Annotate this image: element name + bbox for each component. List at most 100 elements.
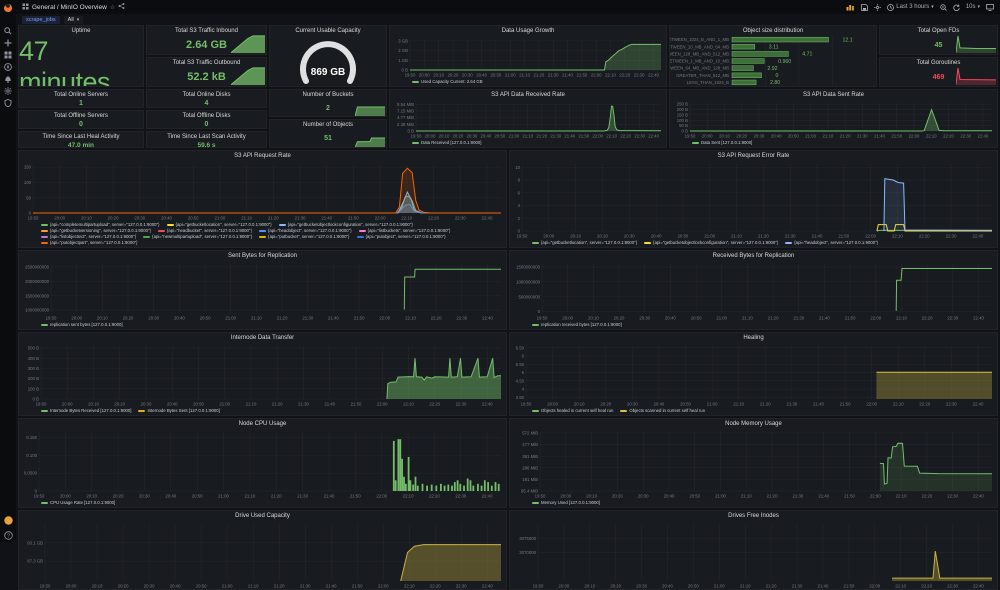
panel-title[interactable]: Total Online Disks (147, 90, 266, 100)
explore-compass-icon[interactable] (0, 61, 16, 72)
star-icon[interactable]: ☆ (110, 4, 115, 11)
panel-title[interactable]: Drives Free Inodes (510, 511, 997, 521)
panel-title[interactable]: Number of Objects (270, 120, 386, 130)
chart-healing[interactable]: 3.5044.5055.5066.5019:5020:0020:1020:202… (510, 343, 997, 407)
variable-value-dropdown[interactable]: All ▾ (64, 16, 84, 24)
panel-title[interactable]: S3 API Data Sent Rate (670, 90, 997, 100)
legend-item[interactable]: {api="getbucketlocation", server="127.0.… (167, 222, 272, 227)
svg-text:3075000: 3075000 (519, 536, 536, 541)
svg-text:3.11: 3.11 (769, 45, 779, 51)
svg-text:?: ? (7, 533, 10, 539)
cycle-view-icon[interactable] (986, 4, 994, 11)
legend-item[interactable]: replication sent bytes [127.0.0.1:9000] (41, 322, 123, 327)
panel-title[interactable]: Node CPU Usage (19, 419, 506, 429)
search-icon[interactable] (0, 25, 16, 36)
chart-received-bytes-replication[interactable]: 05000000001000000000150000000019:5020:00… (510, 261, 997, 321)
svg-text:20:40: 20:40 (662, 584, 673, 589)
legend-item[interactable]: {api="putbucket", server="127.0.0.1:9000… (259, 234, 349, 239)
legend-item[interactable]: {api="listobjectsv2", server="127.0.0.1:… (41, 234, 136, 239)
legend-item[interactable]: {api="headobject", server="127.0.0.1:900… (259, 228, 352, 233)
svg-text:3 GB: 3 GB (398, 39, 408, 44)
panel-title[interactable]: S3 API Data Received Rate (390, 90, 666, 100)
chart-s3-api-request-rate[interactable]: 05010015019:5020:0020:1020:2020:3020:402… (19, 161, 506, 221)
panel-title[interactable]: S3 API Request Rate (19, 151, 506, 161)
legend-item[interactable]: {api="newmultipartupload", server="127.0… (143, 234, 252, 239)
legend-item[interactable]: {api="putobjectpart", server="127.0.0.1:… (41, 240, 138, 245)
chart-s3-data-sent-rate[interactable]: 0 B50 B100 B150 B200 B250 B19:5020:0020:… (670, 100, 997, 139)
panel-title[interactable]: Total Offline Servers (19, 111, 143, 121)
panel-title[interactable]: Internode Data Transfer (19, 333, 506, 343)
panel-title[interactable]: Received Bytes for Replication (510, 251, 997, 261)
legend-item[interactable]: {api="listbuckets", server="127.0.0.1:90… (359, 228, 451, 233)
dashboard-settings-icon[interactable] (874, 4, 881, 11)
capacity-gauge[interactable]: 869 GB (270, 36, 386, 86)
panel-title[interactable]: S3 API Request Error Rate (510, 151, 997, 161)
legend-item[interactable]: Data Sent [127.0.0.1:9000] (692, 140, 752, 145)
panel-title[interactable]: Total Offline Disks (147, 111, 266, 121)
svg-text:250 B: 250 B (677, 102, 688, 107)
legend-item[interactable]: {api="headobject", server="127.0.0.1:900… (785, 240, 878, 245)
panel-title[interactable]: Data Usage Growth (390, 26, 666, 36)
legend-item[interactable]: Used Capacity Current: 2.64 GB (412, 79, 483, 84)
chart-internode-data-transfer[interactable]: 0 B100 B200 B300 B400 B500 B19:5020:0020… (19, 343, 506, 407)
refresh-interval-picker[interactable]: 10s ▾ (966, 4, 980, 10)
alerting-bell-icon[interactable] (0, 73, 16, 84)
legend-item[interactable]: {api="putobject", server="127.0.0.1:9000… (357, 234, 446, 239)
panel-title[interactable]: Node Memory Usage (510, 419, 997, 429)
configuration-gear-icon[interactable] (0, 85, 16, 96)
chart-node-cpu-usage[interactable]: 00.05000.1000.15019:5020:0020:1020:2020:… (19, 429, 506, 499)
help-icon[interactable]: ? (0, 529, 16, 541)
svg-text:22:10: 22:10 (405, 316, 416, 321)
chart-data-usage-growth[interactable]: 0 B1 GB2 GB3 GB19:5020:0020:1020:2020:30… (390, 36, 666, 78)
legend-item[interactable]: {api="getbucketlocation", server="127.0.… (532, 240, 637, 245)
panel-title[interactable]: Number of Buckets (270, 90, 386, 100)
panel-title[interactable]: Healing (510, 333, 997, 343)
zoom-out-time-icon[interactable] (940, 4, 947, 11)
legend-item[interactable]: Data Received [127.0.0.1:9000] (412, 140, 481, 145)
panel-title[interactable]: Time Since Last Scan Activity (147, 132, 266, 142)
legend-item[interactable]: {api="completemultipartupload", server="… (41, 222, 160, 227)
svg-text:22:00: 22:00 (870, 316, 881, 321)
legend-item[interactable]: {api="getbucketobjectlockconfiguration",… (279, 222, 413, 227)
chart-object-size-distribution[interactable]: BETWEEN_1024_B_AND_1_MB12.1BETWEEN_10_MB… (670, 36, 876, 86)
add-panel-icon[interactable] (846, 4, 855, 11)
legend-item[interactable]: Objects healed in current self heal run (532, 408, 613, 413)
dashboards-icon[interactable] (0, 49, 16, 60)
panel-title[interactable]: Drive Used Capacity (19, 511, 506, 521)
legend-item[interactable]: Objects scanned in current self heal run (620, 408, 705, 413)
legend-item[interactable]: CPU Usage Rate [127.0.0.1:9000] (41, 500, 115, 505)
chart-s3-data-received-rate[interactable]: 0 B2.38 MiB4.77 MiB7.15 MiB9.54 MiB19:50… (390, 100, 666, 139)
panel-title[interactable]: Object size distribution (670, 26, 876, 36)
chart-node-memory-usage[interactable]: 95.4 MiB191 MiB286 MiB381 MiB477 MiB572 … (510, 429, 997, 499)
panel-title[interactable]: Time Since Last Heal Activity (19, 132, 143, 142)
legend-item[interactable]: {api="getbucketversioning", server="127.… (41, 228, 151, 233)
panel-title[interactable]: Sent Bytes for Replication (19, 251, 506, 261)
grafana-logo[interactable] (0, 2, 16, 14)
panel-title[interactable]: Total Online Servers (19, 90, 143, 100)
server-admin-shield-icon[interactable] (0, 97, 16, 108)
panel-title[interactable]: Uptime (19, 26, 143, 36)
svg-text:2500000000: 2500000000 (25, 265, 50, 270)
legend-item[interactable]: Memory Used [127.0.0.1:9000] (532, 500, 600, 505)
svg-text:20:00: 20:00 (702, 134, 713, 139)
chart-s3-api-request-error-rate[interactable]: 024681019:5020:0020:1020:2020:3020:4020:… (510, 161, 997, 239)
legend-item[interactable]: Internode Bytes Sent [127.0.0.1:9000] (138, 408, 219, 413)
legend-item[interactable]: {api="headbucket", server="127.0.0.1:900… (158, 228, 252, 233)
time-range-picker[interactable]: Last 3 hours ▾ (887, 4, 934, 11)
refresh-icon[interactable] (953, 4, 960, 11)
legend-item[interactable]: replication received bytes [127.0.0.1:90… (532, 322, 622, 327)
svg-text:22:10: 22:10 (896, 494, 907, 499)
chart-legend: Memory Used [127.0.0.1:9000] (510, 499, 997, 507)
breadcrumb[interactable]: General / MinIO Overview ☆ (22, 3, 125, 12)
gauge-arc: 869 GB (292, 37, 364, 85)
share-icon[interactable] (118, 3, 125, 11)
chart-drives-free-inodes[interactable]: 3075000307000019:5020:0020:1020:2020:302… (510, 521, 997, 589)
save-dashboard-icon[interactable] (861, 4, 868, 11)
chart-sent-bytes-replication[interactable]: 1000000000150000000020000000002500000000… (19, 261, 506, 321)
panel-title[interactable]: Current Usable Capacity (270, 26, 386, 36)
chart-drive-used-capacity[interactable]: 93.1 GB87.3 GB19:5020:0020:1020:2020:302… (19, 521, 506, 589)
user-avatar[interactable] (0, 514, 16, 526)
legend-item[interactable]: {api="getbucketobjectlockconfiguration",… (644, 240, 778, 245)
legend-item[interactable]: Internode Bytes Received [127.0.0.1:9000… (41, 408, 131, 413)
create-plus-icon[interactable] (0, 37, 16, 48)
